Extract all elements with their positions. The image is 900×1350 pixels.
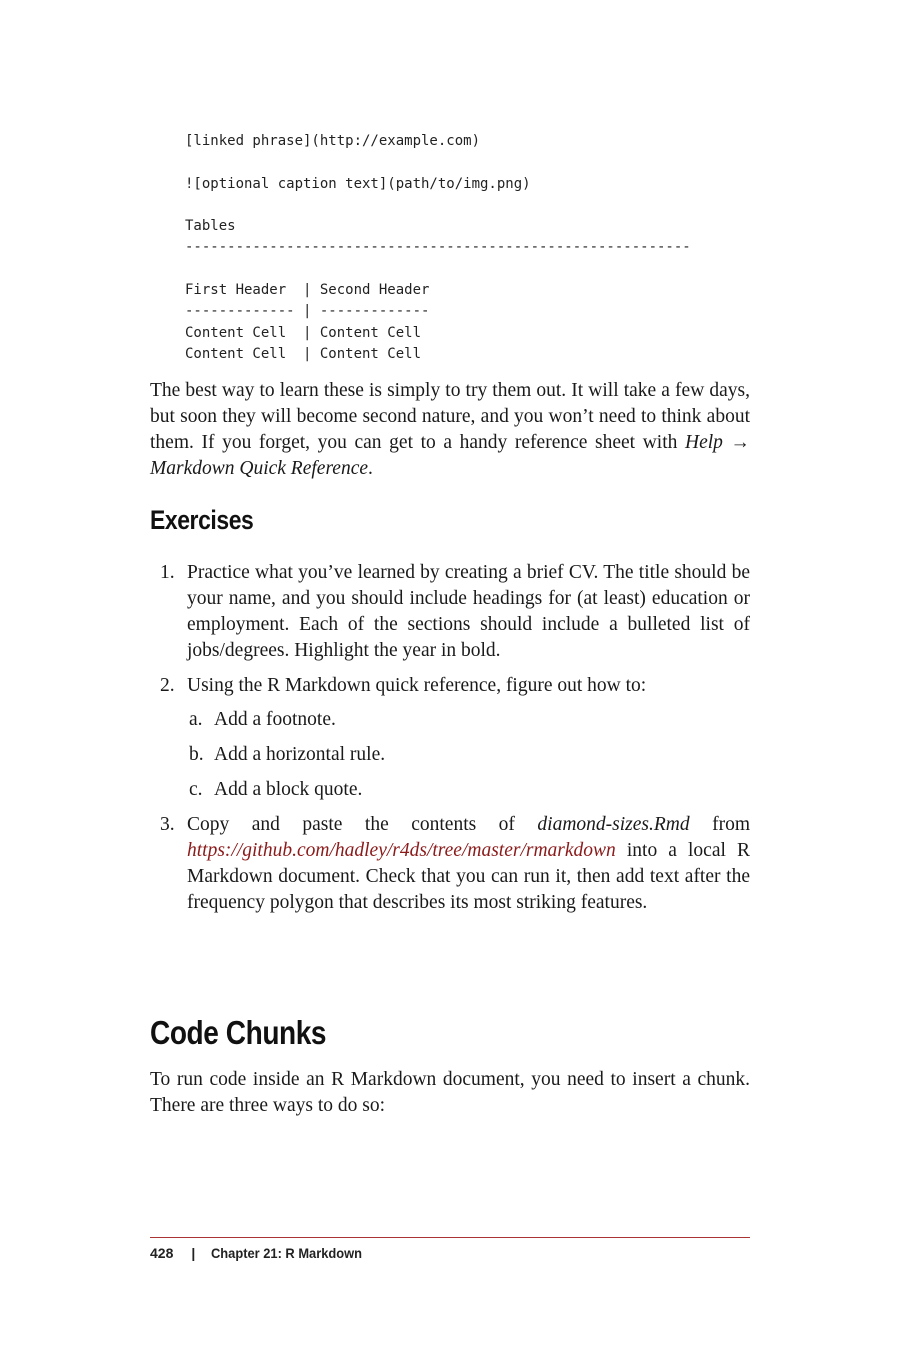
sublist-text: Add a block quote. bbox=[214, 779, 363, 800]
chapter-title: Chapter 21: R Markdown bbox=[211, 1245, 363, 1261]
exercise-text-from: from bbox=[689, 814, 751, 835]
intro-paragraph: The best way to learn these is simply to… bbox=[150, 378, 750, 482]
footer-separator: | bbox=[191, 1245, 196, 1261]
exercise-sublist: a. Add a footnote. b. Add a horizontal r… bbox=[187, 707, 750, 803]
sublist-item-a: a. Add a footnote. bbox=[187, 707, 750, 733]
exercises-heading: Exercises bbox=[150, 505, 254, 535]
exercise-text: Practice what you’ve learned by creating… bbox=[187, 562, 750, 661]
code-chunks-paragraph: To run code inside an R Markdown documen… bbox=[150, 1069, 750, 1116]
intro-end: . bbox=[368, 458, 373, 479]
code-chunks-heading: Code Chunks bbox=[150, 1014, 327, 1051]
sublist-item-b: b. Add a horizontal rule. bbox=[187, 742, 750, 768]
intro-text: The best way to learn these is simply to… bbox=[150, 380, 750, 453]
sublist-letter: c. bbox=[189, 779, 203, 800]
sublist-text: Add a footnote. bbox=[214, 709, 336, 730]
exercise-number: 3. bbox=[160, 814, 175, 835]
exercise-text: Using the R Markdown quick reference, fi… bbox=[187, 675, 647, 696]
page-number: 428 bbox=[150, 1245, 174, 1261]
markdown-code-block: [linked phrase](http://example.com) ![op… bbox=[185, 133, 691, 362]
exercise-item-2: 2. Using the R Markdown quick reference,… bbox=[150, 673, 750, 803]
exercise-item-1: 1. Practice what you’ve learned by creat… bbox=[150, 560, 750, 664]
exercises-list: 1. Practice what you’ve learned by creat… bbox=[150, 560, 750, 925]
footer-rule bbox=[150, 1237, 750, 1238]
github-link[interactable]: https://github.com/hadley/r4ds/tree/mast… bbox=[187, 840, 616, 861]
sublist-text: Add a horizontal rule. bbox=[214, 744, 386, 765]
exercise-text-before: Copy and paste the contents of bbox=[187, 814, 538, 835]
sublist-letter: a. bbox=[189, 709, 203, 730]
sublist-item-c: c. Add a block quote. bbox=[187, 777, 750, 803]
page-footer: 428 | Chapter 21: R Markdown bbox=[150, 1245, 375, 1261]
exercise-number: 1. bbox=[160, 562, 175, 583]
exercise-number: 2. bbox=[160, 675, 175, 696]
sublist-letter: b. bbox=[189, 744, 204, 765]
exercise-item-3: 3. Copy and paste the contents of diamon… bbox=[150, 812, 750, 916]
filename: diamond-sizes.Rmd bbox=[537, 814, 690, 835]
